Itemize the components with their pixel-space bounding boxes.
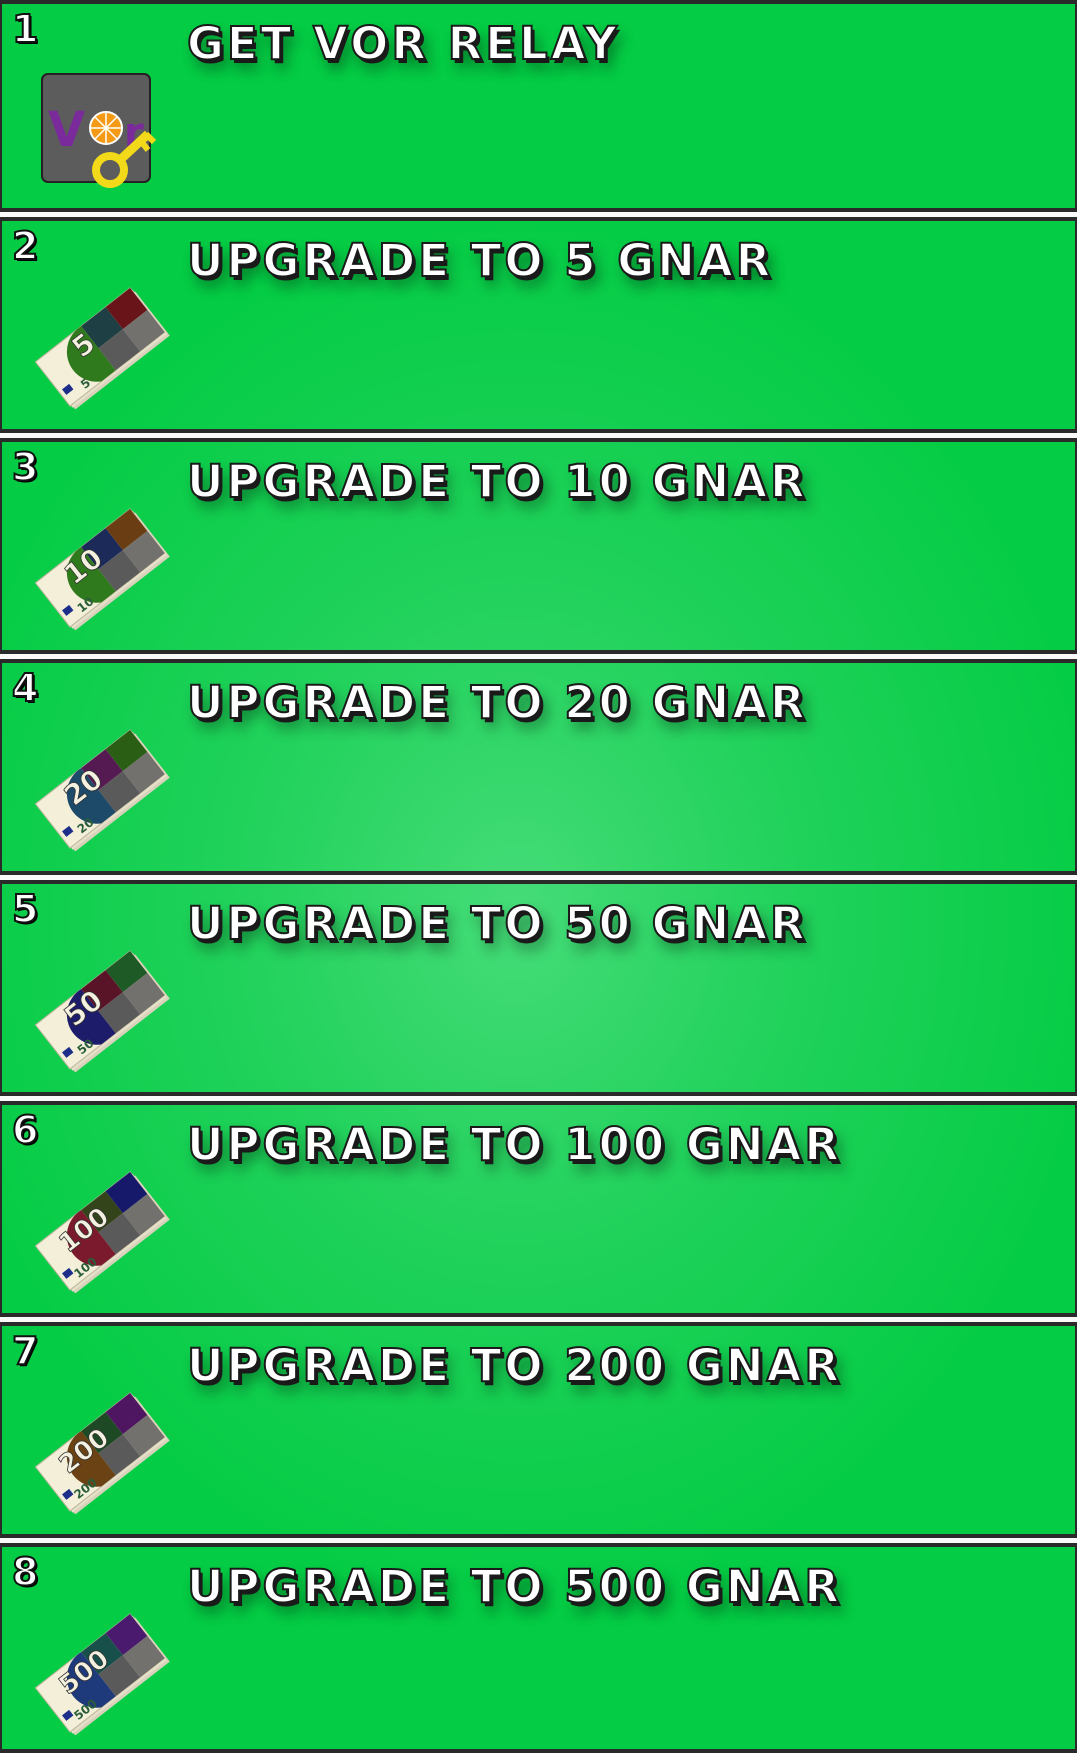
step-number: 7: [11, 1329, 39, 1373]
step-number: 3: [11, 445, 39, 489]
step-row-2: 2 UPGRADE TO 5 GNAR 55: [0, 217, 1077, 433]
step-row-6: 6 UPGRADE TO 100 GNAR 100 100: [0, 1101, 1077, 1317]
step-title: UPGRADE TO 100 GNAR: [186, 1118, 842, 1172]
step-row-8: 8 UPGRADE TO 500 GNAR 500 500: [0, 1543, 1077, 1753]
step-title: UPGRADE TO 5 GNAR: [186, 234, 774, 288]
step-number: 6: [11, 1108, 39, 1152]
banknote-5-icon: 55: [30, 279, 170, 409]
step-number: 5: [11, 887, 39, 931]
step-title: UPGRADE TO 20 GNAR: [186, 676, 808, 730]
step-number: 1: [11, 7, 39, 51]
step-row-3: 3 UPGRADE TO 10 GNAR 10 10: [0, 438, 1077, 654]
step-title: GET VOR RELAY: [186, 17, 620, 71]
step-title: UPGRADE TO 10 GNAR: [186, 455, 808, 509]
step-row-5: 5 UPGRADE TO 50 GNAR 50 50: [0, 880, 1077, 1096]
step-row-1: 1 GET VOR RELAY V r: [0, 0, 1077, 212]
step-title: UPGRADE TO 200 GNAR: [186, 1339, 842, 1393]
banknote-50-icon: 50 50: [30, 942, 170, 1072]
vor-relay-key-icon: V r: [30, 62, 170, 192]
svg-text:V: V: [48, 102, 85, 158]
step-row-4: 4 UPGRADE TO 20 GNAR 20 20: [0, 659, 1077, 875]
banknote-10-icon: 10 10: [30, 500, 170, 630]
banknote-500-icon: 500 500: [30, 1605, 170, 1735]
banknote-100-icon: 100 100: [30, 1163, 170, 1293]
relay-upgrade-steps-panel: 1 GET VOR RELAY V r 2 UPGRADE TO 5 GNAR …: [0, 0, 1077, 1753]
step-row-7: 7 UPGRADE TO 200 GNAR 200 200: [0, 1322, 1077, 1538]
step-title: UPGRADE TO 50 GNAR: [186, 897, 808, 951]
step-number: 2: [11, 224, 39, 268]
step-title: UPGRADE TO 500 GNAR: [186, 1560, 842, 1614]
banknote-20-icon: 20 20: [30, 721, 170, 851]
banknote-200-icon: 200 200: [30, 1384, 170, 1514]
step-number: 8: [11, 1550, 39, 1594]
step-number: 4: [11, 666, 39, 710]
